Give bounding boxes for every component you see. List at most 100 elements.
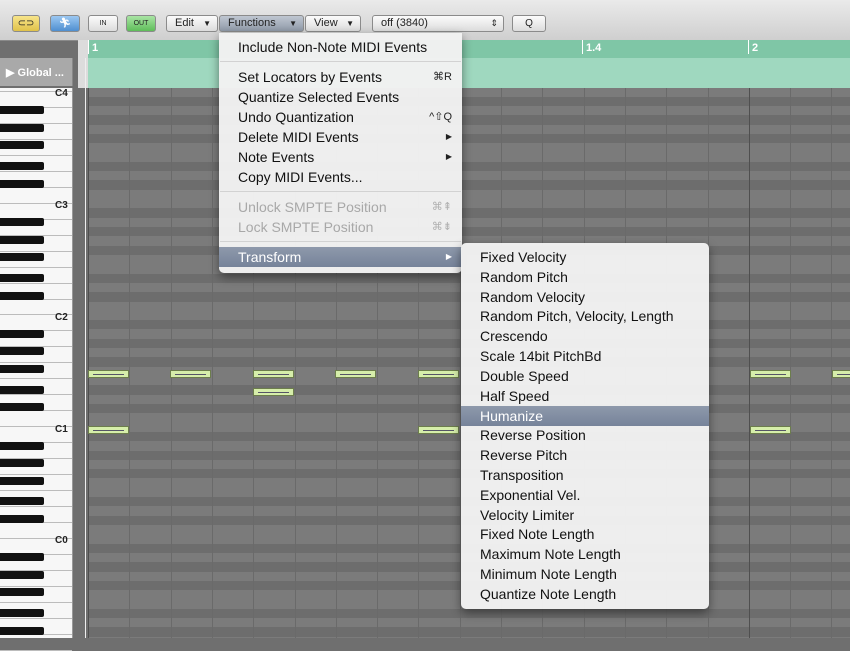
functions-menu-item[interactable]: Include Non-Note MIDI Events [219, 37, 462, 57]
transform-menu-item[interactable]: Exponential Vel. [461, 485, 709, 505]
functions-dropdown: Include Non-Note MIDI Events Set Locators… [219, 33, 462, 273]
black-key[interactable] [0, 218, 44, 227]
midi-note[interactable] [170, 370, 211, 378]
black-key[interactable] [0, 106, 44, 115]
black-key[interactable] [0, 459, 44, 468]
black-key[interactable] [0, 179, 44, 188]
midi-in-icon: IN [99, 20, 107, 27]
transform-menu-item[interactable]: Random Pitch, Velocity, Length [461, 306, 709, 326]
view-menu[interactable]: View ▼ [305, 15, 361, 32]
black-key[interactable] [0, 515, 44, 524]
zoom-button[interactable]: Q [512, 15, 546, 32]
black-key[interactable] [0, 291, 44, 300]
midi-out-button[interactable]: OUT [126, 15, 156, 32]
transform-menu-item[interactable]: Minimum Note Length [461, 564, 709, 584]
link-button[interactable]: ⊂⊃ [12, 15, 40, 32]
transform-menu-item[interactable]: Reverse Position [461, 425, 709, 445]
menu-shortcut: ⌘R [433, 71, 452, 83]
black-key[interactable] [0, 253, 44, 262]
functions-menu-item[interactable]: Set Locators by Events ⌘R [219, 67, 462, 87]
functions-menu-item[interactable]: Copy MIDI Events... [219, 167, 462, 187]
functions-menu-item[interactable]: Undo Quantization ^⇧Q [219, 107, 462, 127]
menu-item-label: Fixed Velocity [480, 249, 567, 265]
transform-menu-item[interactable]: Random Velocity [461, 287, 709, 307]
midi-out-icon: OUT [133, 20, 149, 27]
transform-menu-item[interactable]: Reverse Pitch [461, 445, 709, 465]
black-key[interactable] [0, 441, 44, 450]
transform-menu-item[interactable]: Crescendo [461, 326, 709, 346]
quantize-select[interactable]: off (3840) ⇕ [372, 15, 504, 32]
black-key[interactable] [0, 626, 44, 635]
functions-menu-item[interactable]: Note Events ▶ [219, 147, 462, 167]
cycle-area[interactable] [88, 58, 850, 88]
link-icon: ⊂⊃ [17, 18, 35, 29]
transform-menu-item[interactable]: Fixed Note Length [461, 524, 709, 544]
black-key[interactable] [0, 364, 44, 373]
black-key[interactable] [0, 403, 44, 412]
black-key[interactable] [0, 588, 44, 597]
catch-button[interactable]: 🏃︎ [50, 15, 80, 32]
transform-menu-item[interactable]: Humanize [461, 405, 709, 426]
menu-item-label: Random Pitch, Velocity, Length [480, 308, 674, 325]
ruler-tick [582, 40, 583, 54]
key-label: C2 [55, 312, 68, 323]
ruler-left-pad [78, 40, 88, 88]
updown-icon: ⇕ [490, 18, 498, 28]
black-key[interactable] [0, 162, 44, 171]
midi-note[interactable] [253, 388, 294, 396]
transform-menu-item[interactable]: Quantize Note Length [461, 584, 709, 604]
bar-ruler[interactable]: 1 1.4 2 [88, 40, 850, 59]
edit-menu[interactable]: Edit ▼ [166, 15, 218, 32]
functions-menu-item[interactable]: Quantize Selected Events [219, 87, 462, 107]
black-key[interactable] [0, 347, 44, 356]
menu-item-label: Crescendo [480, 328, 548, 345]
functions-menu-item[interactable]: Transform ▶ [219, 247, 462, 267]
black-key[interactable] [0, 329, 44, 338]
black-key[interactable] [0, 123, 44, 132]
transform-menu-item[interactable]: Half Speed [461, 386, 709, 406]
black-key[interactable] [0, 553, 44, 562]
key-label: C3 [55, 200, 68, 211]
menu-item-label: Scale 14bit PitchBd [480, 348, 602, 365]
black-key[interactable] [0, 273, 44, 282]
transform-menu-item[interactable]: Maximum Note Length [461, 544, 709, 564]
white-key[interactable] [0, 635, 72, 651]
transform-menu-item[interactable]: Fixed Velocity [461, 247, 709, 267]
ruler-tick [748, 40, 749, 54]
midi-note[interactable] [418, 426, 459, 434]
midi-note[interactable] [750, 370, 791, 378]
menu-item-label: Set Locators by Events [238, 69, 382, 85]
menu-item-label: Double Speed [480, 367, 569, 384]
black-key[interactable] [0, 570, 44, 579]
menu-item-label: Note Events [238, 149, 315, 165]
black-key[interactable] [0, 385, 44, 394]
menu-item-label: Delete MIDI Events [238, 129, 359, 145]
black-key[interactable] [0, 235, 44, 244]
transform-menu-item[interactable]: Random Pitch [461, 267, 709, 287]
black-key[interactable] [0, 497, 44, 506]
transform-menu-item[interactable]: Double Speed [461, 366, 709, 386]
grid-line [129, 88, 131, 638]
black-key[interactable] [0, 141, 44, 150]
menu-item-label: Copy MIDI Events... [238, 169, 363, 185]
playhead[interactable] [85, 58, 86, 638]
transform-menu-item[interactable]: Transposition [461, 465, 709, 485]
view-menu-label: View [314, 17, 338, 29]
midi-note[interactable] [335, 370, 376, 378]
key-label: C0 [55, 535, 68, 546]
midi-note[interactable] [750, 426, 791, 434]
black-key[interactable] [0, 609, 44, 618]
piano-keyboard[interactable]: C4 C3 C2 C1 C0 [0, 88, 73, 651]
transform-menu-item[interactable]: Scale 14bit PitchBd [461, 346, 709, 366]
midi-note[interactable] [253, 370, 294, 378]
midi-note[interactable] [418, 370, 459, 378]
midi-note[interactable] [88, 426, 129, 434]
midi-note[interactable] [832, 370, 850, 378]
transform-menu-item[interactable]: Velocity Limiter [461, 505, 709, 525]
functions-menu[interactable]: Functions ▼ [219, 15, 304, 32]
midi-in-button[interactable]: IN [88, 15, 118, 32]
functions-menu-item[interactable]: Delete MIDI Events ▶ [219, 127, 462, 147]
menu-item-label: Maximum Note Length [480, 546, 621, 563]
black-key[interactable] [0, 476, 44, 485]
midi-note[interactable] [88, 370, 129, 378]
